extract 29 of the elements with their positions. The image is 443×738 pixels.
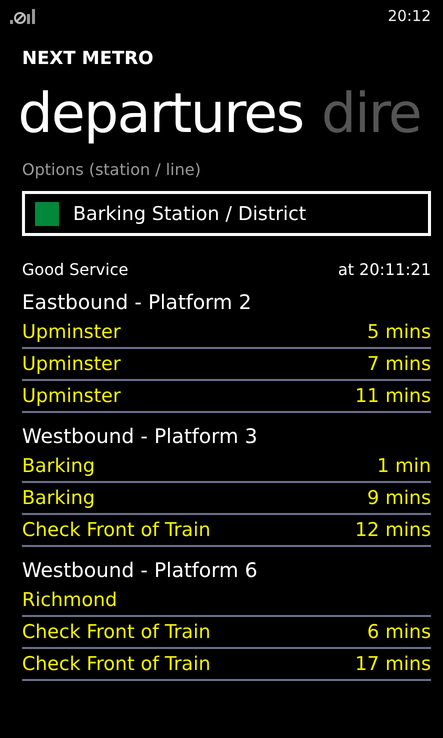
- destination: Barking: [22, 454, 95, 479]
- signal-icon: [10, 7, 36, 25]
- pivot-header[interactable]: departures: [18, 76, 304, 150]
- destination: Upminster: [22, 384, 121, 409]
- destination: Richmond: [22, 588, 118, 613]
- app-title: NEXT METRO: [21, 47, 154, 71]
- platform-heading: Eastbound - Platform 2: [22, 289, 252, 316]
- destination: Check Front of Train: [22, 652, 211, 677]
- due-time: 12 mins: [355, 518, 431, 543]
- due-time: 1 min: [377, 454, 431, 479]
- destination: Upminster: [22, 320, 121, 345]
- destination: Barking: [22, 486, 95, 511]
- destination: Upminster: [22, 352, 121, 377]
- service-status: Good Service: [22, 260, 128, 279]
- line-square-icon: [35, 202, 59, 226]
- station-picker[interactable]: Barking Station / District: [22, 191, 431, 236]
- due-time: 17 mins: [355, 652, 431, 677]
- due-time: 6 mins: [367, 620, 431, 645]
- destination: Check Front of Train: [22, 518, 211, 543]
- due-time: 5 mins: [367, 320, 431, 345]
- options-label: Options (station / line): [22, 160, 202, 179]
- update-time: at 20:11:21: [338, 260, 431, 279]
- due-time: 9 mins: [367, 486, 431, 511]
- due-time: 7 mins: [367, 352, 431, 377]
- status-time: 20:12: [388, 7, 431, 25]
- destination: Check Front of Train: [22, 620, 211, 645]
- due-time: 11 mins: [355, 384, 431, 409]
- platform-heading: Westbound - Platform 6: [22, 557, 259, 584]
- platform-heading: Westbound - Platform 3: [22, 423, 259, 450]
